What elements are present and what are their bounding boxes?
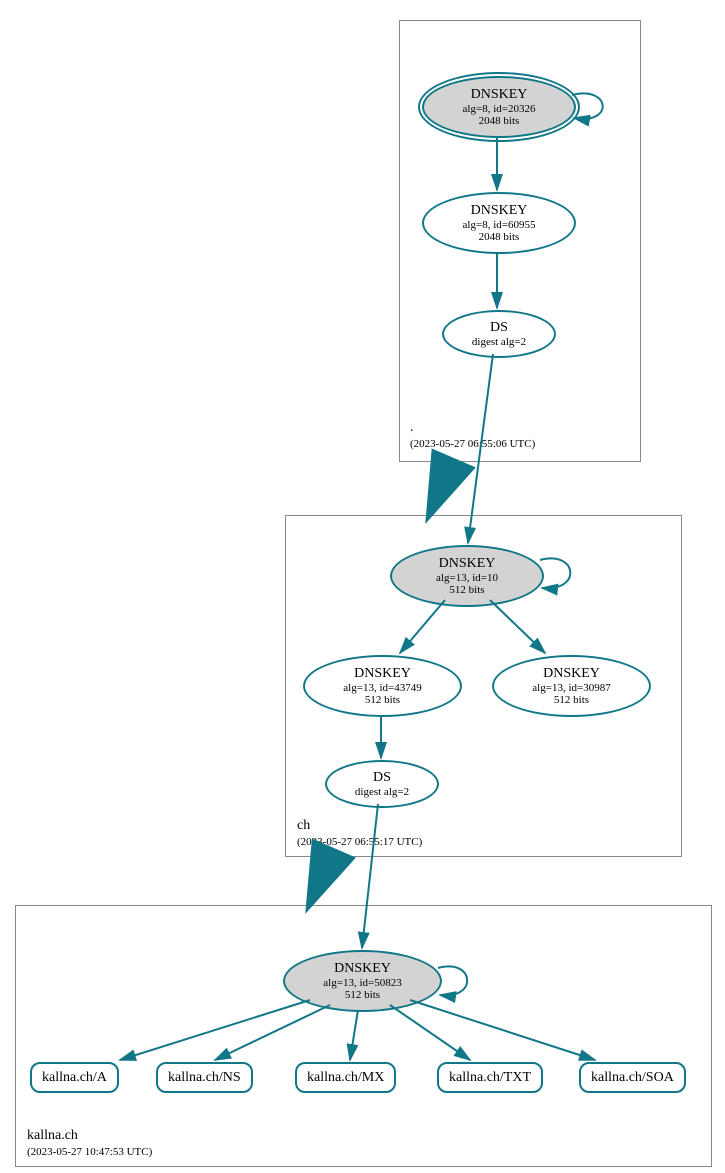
node-ch-zsk2: DNSKEY alg=13, id=30987 512 bits [492,655,651,717]
zone-label-leaf: kallna.ch [27,1128,78,1144]
ds-line1: digest alg=2 [472,336,526,348]
zone-ts-ch: (2023-05-27 06:55:17 UTC) [297,836,422,848]
dnskey-line1: alg=8, id=20326 [463,103,536,115]
node-root-ds: DS digest alg=2 [442,310,556,358]
node-rr-ns: kallna.ch/NS [156,1062,253,1093]
dnskey-line1: alg=8, id=60955 [463,219,536,231]
zone-label-ch: ch [297,818,310,834]
node-ch-zsk: DNSKEY alg=13, id=43749 512 bits [303,655,462,717]
dnskey-line1: alg=13, id=10 [436,572,498,584]
dnskey-line2: 512 bits [554,694,589,706]
dnskey-title: DNSKEY [471,203,528,218]
node-ch-ds: DS digest alg=2 [325,760,439,808]
dnskey-line2: 2048 bits [479,115,520,127]
dnskey-line2: 512 bits [449,584,484,596]
dnskey-line2: 512 bits [345,989,380,1001]
node-rr-soa: kallna.ch/SOA [579,1062,686,1093]
node-root-zsk: DNSKEY alg=8, id=60955 2048 bits [422,192,576,254]
dnskey-title: DNSKEY [334,961,391,976]
dnskey-line1: alg=13, id=30987 [532,682,610,694]
zone-label-root: . [410,420,414,436]
zone-box-leaf [15,905,712,1167]
dnskey-title: DNSKEY [471,87,528,102]
dnskey-line1: alg=13, id=50823 [323,977,401,989]
node-rr-txt: kallna.ch/TXT [437,1062,543,1093]
node-leaf-ksk: DNSKEY alg=13, id=50823 512 bits [283,950,442,1012]
dnskey-line2: 512 bits [365,694,400,706]
dnskey-title: DNSKEY [354,666,411,681]
node-rr-a: kallna.ch/A [30,1062,119,1093]
zone-ts-leaf: (2023-05-27 10:47:53 UTC) [27,1146,152,1158]
node-rr-mx: kallna.ch/MX [295,1062,396,1093]
node-root-ksk: DNSKEY alg=8, id=20326 2048 bits [422,76,576,138]
ds-title: DS [490,320,508,335]
ds-title: DS [373,770,391,785]
ds-line1: digest alg=2 [355,786,409,798]
node-ch-ksk: DNSKEY alg=13, id=10 512 bits [390,545,544,607]
dnskey-title: DNSKEY [543,666,600,681]
dnskey-title: DNSKEY [439,556,496,571]
zone-ts-root: (2023-05-27 06:55:06 UTC) [410,438,535,450]
dnskey-line2: 2048 bits [479,231,520,243]
dnskey-line1: alg=13, id=43749 [343,682,421,694]
